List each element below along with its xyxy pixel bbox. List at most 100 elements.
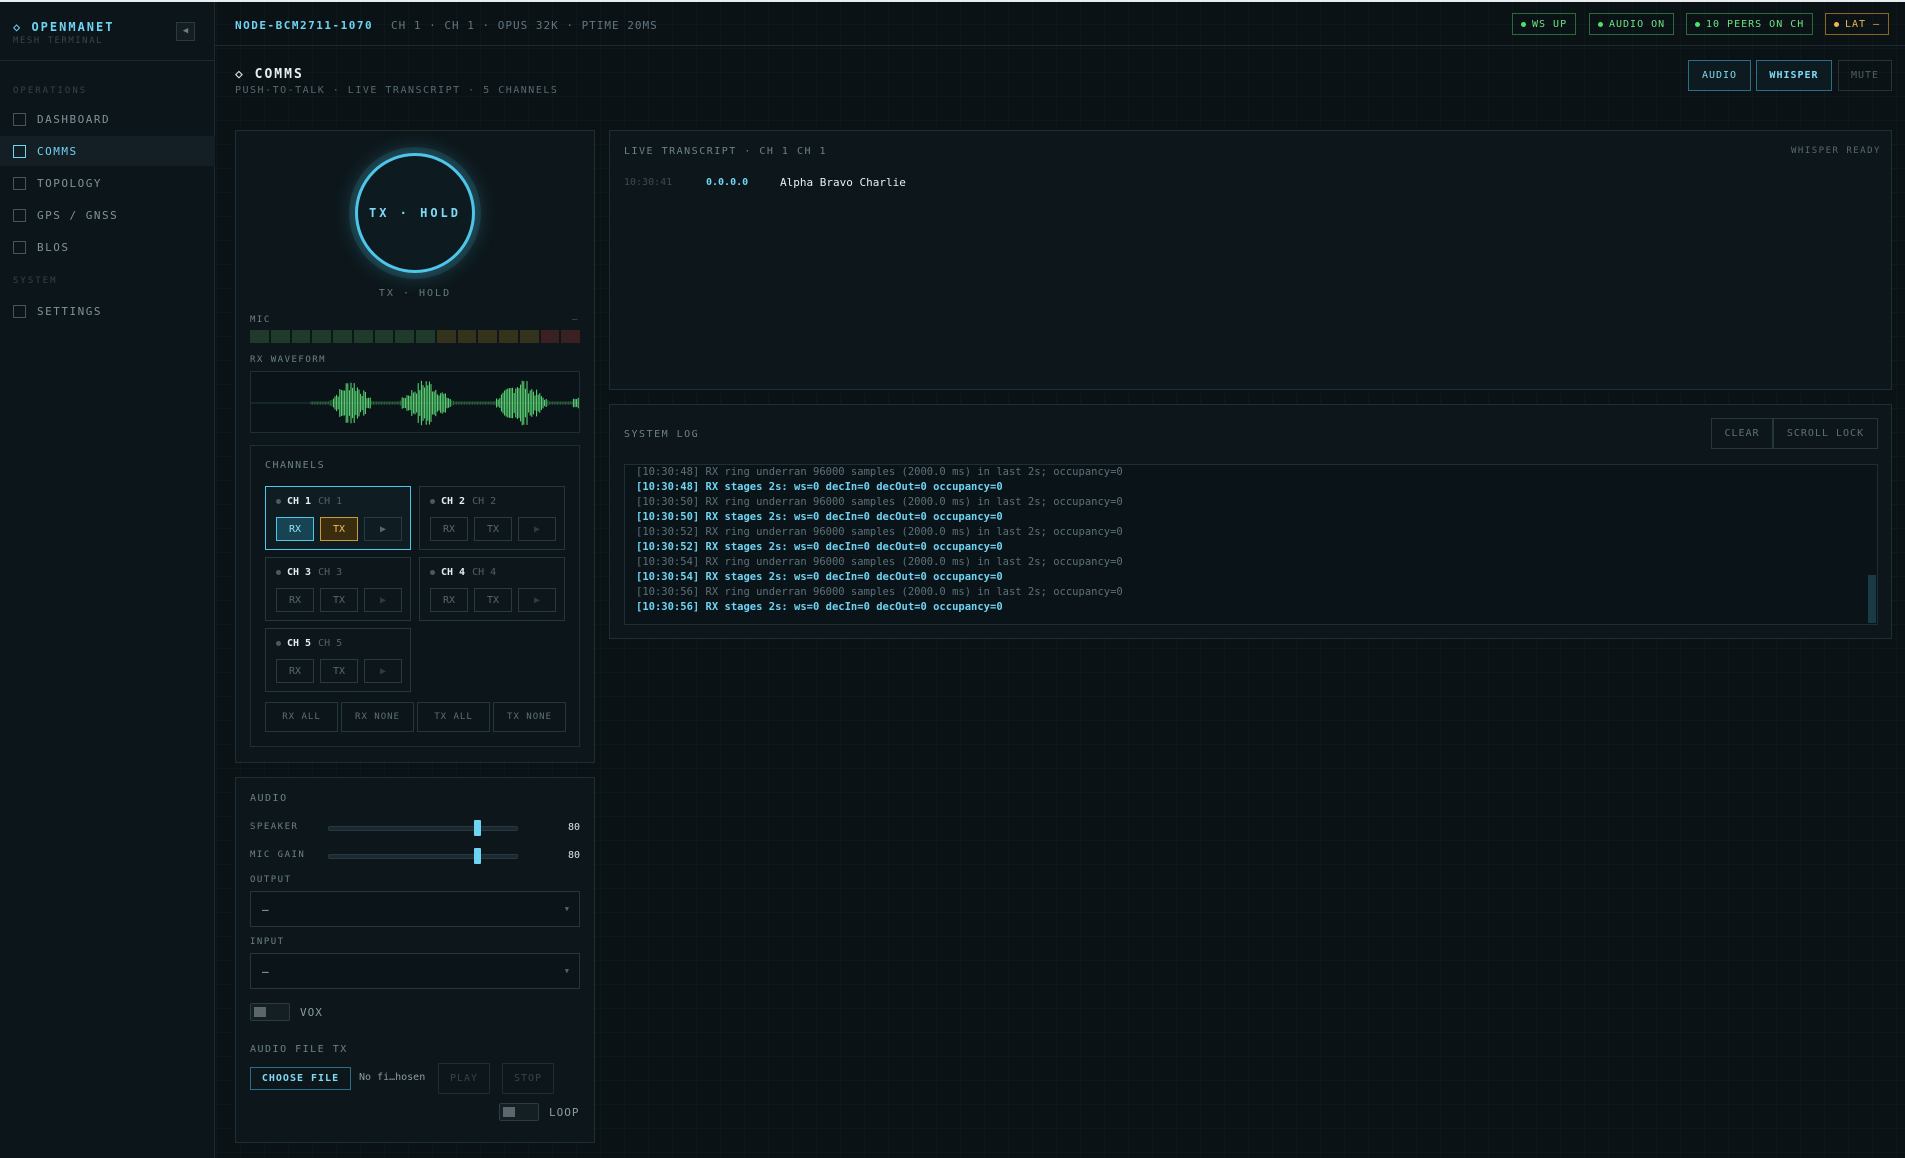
status-badge-peers: 10 PEERS ON CH: [1686, 13, 1814, 35]
meter-segment: [312, 330, 331, 343]
toggle-knob: [254, 1007, 266, 1017]
play-file-button[interactable]: PLAY: [438, 1063, 490, 1094]
scroll-lock-button[interactable]: SCROLL LOCK: [1773, 418, 1878, 449]
speaker-value: 80: [568, 822, 581, 833]
stop-file-button[interactable]: STOP: [502, 1063, 554, 1094]
waveform-graphic: [251, 380, 579, 426]
channel-play-button[interactable]: ▶: [364, 588, 402, 612]
tx-none-button[interactable]: TX NONE: [493, 702, 566, 732]
sidebar-divider: [0, 60, 215, 61]
channel-rx-toggle[interactable]: RX: [430, 517, 468, 541]
ptt-button[interactable]: TX · HOLD: [355, 153, 475, 273]
channels-label: CHANNELS: [265, 460, 326, 471]
sidebar-item-gps[interactable]: GPS / GNSS: [0, 200, 215, 230]
sidebar: ◇ OPENMANET MESH TERMINAL ◀ OPERATIONS D…: [0, 2, 215, 1158]
sidebar-item-label: GPS / GNSS: [37, 208, 119, 222]
rx-none-button[interactable]: RX NONE: [341, 702, 414, 732]
meter-segment: [457, 330, 477, 343]
meter-segment: [395, 330, 414, 343]
mic-gain-value: 80: [568, 850, 581, 861]
meter-segment: [333, 330, 352, 343]
channel-name: CH 2: [441, 496, 466, 507]
section-label-system: SYSTEM: [13, 276, 58, 286]
channel-card-ch3[interactable]: CH 3 CH 3 RX TX ▶: [265, 557, 411, 621]
sidebar-item-dashboard[interactable]: DASHBOARD: [0, 104, 215, 134]
channel-play-button[interactable]: ▶: [518, 517, 556, 541]
channel-rx-toggle[interactable]: RX: [430, 588, 468, 612]
channel-status-dot-icon: [276, 570, 281, 575]
channel-title: CH 3 CH 3: [276, 567, 342, 578]
sidebar-item-blos[interactable]: BLOS: [0, 232, 215, 262]
channel-tx-toggle[interactable]: TX: [474, 588, 512, 612]
checkbox-icon: [13, 240, 26, 254]
transcript-title: LIVE TRANSCRIPT · CH 1 CH 1: [624, 146, 828, 157]
channel-tx-toggle[interactable]: TX: [320, 659, 358, 683]
whisper-status: WHISPER READY: [1791, 146, 1881, 156]
channel-rx-toggle[interactable]: RX: [276, 517, 314, 541]
mic-meter-value: —: [572, 315, 579, 325]
channel-sub: CH 3: [318, 567, 343, 578]
rx-waveform: [250, 371, 580, 433]
clear-log-button[interactable]: CLEAR: [1711, 418, 1773, 449]
transcript-entry: 10:30:41 0.0.0.0 Alpha Bravo Charlie: [624, 176, 906, 189]
app-brand-subtitle: MESH TERMINAL: [13, 36, 103, 46]
meter-segment: [270, 330, 290, 343]
channel-play-button[interactable]: ▶: [518, 588, 556, 612]
loop-toggle[interactable]: [499, 1103, 539, 1121]
meter-segment: [436, 330, 456, 343]
top-bar: NODE-BCM2711-1070 CH 1 · CH 1 · OPUS 32K…: [215, 2, 1905, 46]
channel-card-ch4[interactable]: CH 4 CH 4 RX TX ▶: [419, 557, 565, 621]
sidebar-item-topology[interactable]: TOPOLOGY: [0, 168, 215, 198]
audio-toggle-button[interactable]: AUDIO: [1688, 60, 1751, 91]
log-line: [10:30:54] RX ring underran 96000 sample…: [636, 556, 1123, 568]
speaker-slider[interactable]: [328, 826, 518, 831]
sidebar-item-label: BLOS: [37, 240, 70, 254]
status-dot-icon: [1834, 21, 1839, 27]
log-line: [10:30:56] RX ring underran 96000 sample…: [636, 586, 1123, 598]
loop-label: LOOP: [549, 1106, 580, 1119]
mic-gain-slider[interactable]: [328, 854, 518, 859]
output-device-select[interactable]: — ▼: [250, 891, 580, 927]
channel-play-button[interactable]: ▶: [364, 659, 402, 683]
tx-all-button[interactable]: TX ALL: [417, 702, 490, 732]
log-scrollbar[interactable]: [1868, 575, 1876, 623]
toggle-knob: [503, 1107, 515, 1117]
meter-segment: [250, 330, 269, 343]
checkbox-icon: [13, 144, 26, 158]
log-line: [10:30:48] RX ring underran 96000 sample…: [636, 466, 1123, 478]
speaker-slider-handle[interactable]: [474, 820, 481, 836]
channel-card-ch5[interactable]: CH 5 CH 5 RX TX ▶: [265, 628, 411, 692]
channel-rx-toggle[interactable]: RX: [276, 659, 314, 683]
output-device-value: —: [262, 902, 269, 916]
collapse-sidebar-button[interactable]: ◀: [176, 22, 195, 41]
input-device-select[interactable]: — ▼: [250, 953, 580, 989]
checkbox-icon: [13, 176, 26, 190]
sidebar-item-comms[interactable]: COMMS: [0, 136, 215, 166]
channel-play-button[interactable]: ▶: [364, 517, 402, 541]
sidebar-item-settings[interactable]: SETTINGS: [0, 296, 215, 326]
channel-card-ch2[interactable]: CH 2 CH 2 RX TX ▶: [419, 486, 565, 550]
channel-title: CH 4 CH 4: [430, 567, 496, 578]
meter-segment: [291, 330, 311, 343]
transcript-panel: [609, 130, 1892, 390]
channel-rx-toggle[interactable]: RX: [276, 588, 314, 612]
node-id: NODE-BCM2711-1070: [235, 19, 374, 32]
meter-segment: [374, 330, 394, 343]
choose-file-button[interactable]: CHOOSE FILE: [250, 1067, 351, 1090]
mic-gain-slider-handle[interactable]: [474, 848, 481, 864]
channel-tx-toggle[interactable]: TX: [320, 588, 358, 612]
channel-card-ch1[interactable]: CH 1 CH 1 RX TX ▶: [265, 486, 411, 550]
log-lines: [10:30:48] RX ring underran 96000 sample…: [625, 465, 1877, 615]
system-log[interactable]: [10:30:48] RX ring underran 96000 sample…: [624, 464, 1878, 625]
channel-tx-toggle[interactable]: TX: [320, 517, 358, 541]
channel-sub: CH 1: [318, 496, 343, 507]
channel-name: CH 4: [441, 567, 466, 578]
whisper-toggle-button[interactable]: WHISPER: [1756, 60, 1832, 91]
rx-all-button[interactable]: RX ALL: [265, 702, 338, 732]
status-badge-audio: AUDIO ON: [1589, 13, 1675, 35]
channel-tx-toggle[interactable]: TX: [474, 517, 512, 541]
log-line: [10:30:48] RX stages 2s: ws=0 decIn=0 de…: [636, 481, 1003, 493]
mute-button[interactable]: MUTE: [1838, 60, 1892, 91]
chevron-down-icon: ▼: [564, 905, 569, 913]
vox-toggle[interactable]: [250, 1003, 290, 1021]
